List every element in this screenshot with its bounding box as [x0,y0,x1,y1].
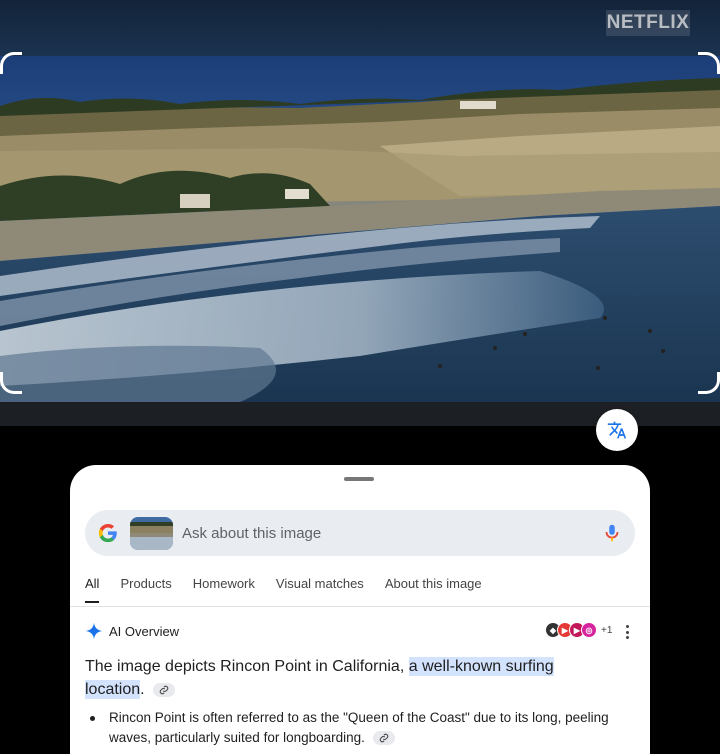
query-image-thumbnail[interactable] [130,516,173,550]
tab-homework[interactable]: Homework [193,575,255,605]
summary-text: The image depicts Rincon Point in Califo… [85,658,409,675]
translate-button[interactable] [596,409,638,451]
bullet-text: Rincon Point is often referred to as the… [109,708,610,748]
tab-visual-matches[interactable]: Visual matches [276,575,364,605]
netflix-watermark: NETFLIX [606,10,690,36]
beach-scene [0,56,720,402]
search-input[interactable] [182,524,601,542]
list-item: Rincon Point is often referred to as the… [90,708,610,748]
google-logo-icon [98,523,117,543]
source-favicons[interactable]: ◆ ▶ ▶ ◎ +1 [545,622,612,638]
link-icon [379,734,388,743]
result-tabs: All Products Homework Visual matches Abo… [85,575,503,605]
sheet-drag-handle[interactable] [344,477,374,481]
citation-link-button[interactable] [372,731,395,746]
link-icon [159,685,169,695]
results-bottom-sheet: All Products Homework Visual matches Abo… [70,465,650,754]
video-frame-image[interactable] [0,56,720,402]
crop-handle-top-left[interactable] [0,52,22,74]
microphone-icon[interactable] [601,522,623,544]
screen: NETFLIX Ask about this image All Product… [0,0,720,754]
more-sources-count: +1 [601,624,613,636]
gemini-sparkle-icon [85,622,103,640]
translate-icon [607,421,627,439]
source-favicon-instagram-icon: ◎ [581,622,597,638]
tab-products[interactable]: Products [120,575,171,605]
ai-overview-header: AI Overview [85,622,179,640]
more-options-icon[interactable] [620,625,634,639]
citation-link-button[interactable] [153,682,176,697]
ai-overview-summary: The image depicts Rincon Point in Califo… [85,655,585,701]
bullet-dot [90,716,95,721]
bullet-1-text: Rincon Point is often referred to as the… [109,710,609,745]
ai-overview-title: AI Overview [109,623,180,639]
tab-about-this-image[interactable]: About this image [385,575,482,605]
video-top-bar: NETFLIX [0,0,720,56]
summary-end: . [140,681,145,698]
tab-divider [70,606,650,607]
tab-all[interactable]: All [85,575,100,605]
search-bar[interactable] [85,510,635,556]
